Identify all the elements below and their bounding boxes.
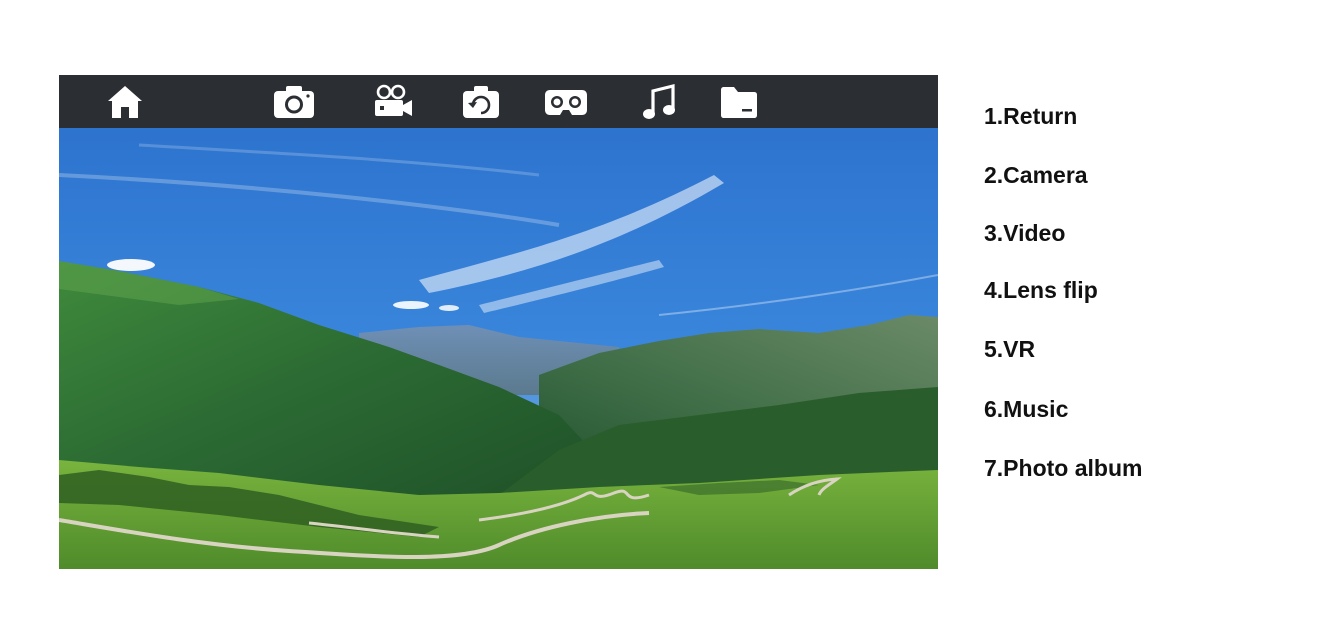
music-note-icon <box>643 83 675 119</box>
home-icon <box>108 85 142 118</box>
camera-button[interactable] <box>268 75 320 128</box>
legend-item-video: 3.Video <box>984 220 1066 246</box>
music-button[interactable] <box>633 75 685 128</box>
video-button[interactable] <box>367 75 419 128</box>
lens-flip-button[interactable] <box>455 75 507 128</box>
folder-icon <box>721 86 757 118</box>
video-camera-icon <box>375 84 412 116</box>
device-screen <box>59 75 938 569</box>
app-root: 1.Return 2.Camera 3.Video 4.Lens flip 5.… <box>0 0 1334 640</box>
vr-button[interactable] <box>540 75 592 128</box>
lens-flip-icon <box>463 85 499 118</box>
legend-item-return: 1.Return <box>984 103 1078 129</box>
legend-item-vr: 5.VR <box>984 336 1036 362</box>
photo-album-button[interactable] <box>713 75 765 128</box>
legend-item-lens-flip: 4.Lens flip <box>984 277 1098 303</box>
camera-toolbar <box>59 75 938 128</box>
legend-item-music: 6.Music <box>984 396 1069 422</box>
camera-icon <box>274 85 314 118</box>
vr-headset-icon <box>545 89 587 115</box>
camera-preview-image <box>59 75 938 569</box>
legend-item-camera: 2.Camera <box>984 162 1088 188</box>
return-button[interactable] <box>99 75 151 128</box>
legend-item-photo-album: 7.Photo album <box>984 455 1143 481</box>
